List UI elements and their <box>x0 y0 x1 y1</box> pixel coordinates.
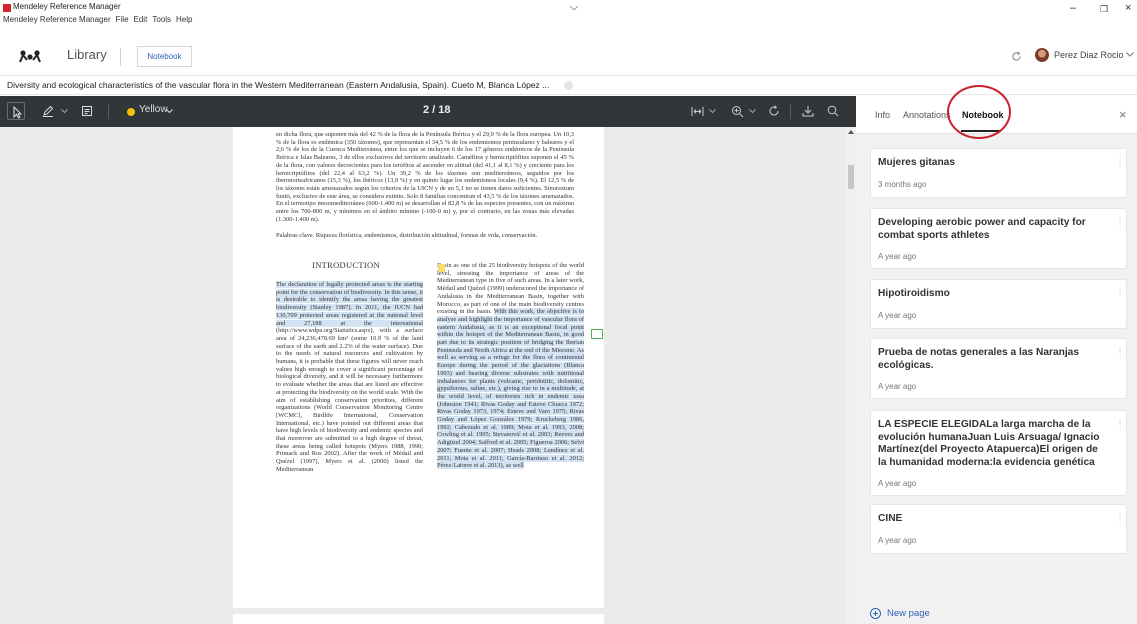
chevron-down-icon[interactable] <box>709 109 716 113</box>
note-card[interactable]: LA ESPECIE ELEGIDALa larga marcha de la … <box>870 410 1127 496</box>
window-titlebar: Mendeley Reference Manager Mendeley Refe… <box>0 0 1137 36</box>
note-title: Mujeres gitanas <box>878 157 955 168</box>
note-date: A year ago <box>878 382 917 391</box>
text-column-right: Basin as one of the 25 biodiversity hots… <box>437 262 584 607</box>
search-icon[interactable] <box>827 105 839 117</box>
toolbar-divider <box>120 48 121 66</box>
body-text: (http://www.wdpa.org/Statistics.aspx), w… <box>276 327 423 473</box>
yellow-annotation-marker[interactable] <box>438 264 445 272</box>
new-page-label: New page <box>887 608 930 619</box>
zoom-icon[interactable] <box>731 105 744 118</box>
library-nav-link[interactable]: Library <box>67 47 107 62</box>
note-date: A year ago <box>878 252 917 261</box>
note-card[interactable]: Mujeres gitanas 3 months ago ⋮ <box>870 148 1127 198</box>
pdf-page-next[interactable] <box>233 614 604 624</box>
sidebar-tabs: Info Annotations Notebook × <box>856 85 1137 139</box>
note-title: Hipotiroidismo <box>878 288 950 299</box>
mendeley-logo-icon[interactable] <box>18 49 42 63</box>
document-tab-title[interactable]: Diversity and ecological characteristics… <box>7 80 549 90</box>
kebab-menu-icon[interactable]: ⋮ <box>1116 513 1124 522</box>
kebab-menu-icon[interactable]: ⋮ <box>1116 157 1124 166</box>
note-card[interactable]: Developing aerobic power and capacity fo… <box>870 208 1127 269</box>
note-card[interactable]: CINE A year ago ⋮ <box>870 504 1127 554</box>
pdf-viewer[interactable]: en dicha flora, que suponen más del 42 %… <box>0 127 856 624</box>
keywords-text: Palabras clave. Riqueza florística, ende… <box>276 232 538 239</box>
tab-info[interactable]: Info <box>875 110 890 120</box>
note-title: Developing aerobic power and capacity fo… <box>878 217 1086 241</box>
menu-item-app[interactable]: Mendeley Reference Manager <box>3 15 111 24</box>
note-card[interactable]: Prueba de notas generales a las Naranjas… <box>870 338 1127 399</box>
tab-annotations[interactable]: Annotations <box>903 110 951 120</box>
note-icon[interactable] <box>81 105 93 117</box>
abstract-text: en dicha flora, que suponen más del 42 %… <box>276 131 574 223</box>
pdf-toolbar: Yellow 2 / 18 <box>0 96 856 127</box>
note-title: Prueba de notas generales a las Naranjas… <box>878 347 1080 371</box>
sticky-note-icon[interactable] <box>591 329 603 339</box>
note-date: A year ago <box>878 311 917 320</box>
notebook-sidebar: Info Annotations Notebook × Mujeres gita… <box>856 85 1137 624</box>
menu-item-edit[interactable]: Edit <box>134 15 148 24</box>
rotate-icon[interactable] <box>768 105 780 117</box>
close-tab-icon[interactable] <box>564 81 573 90</box>
highlighted-text[interactable]: With this work, the objective is to anal… <box>437 308 584 470</box>
pdf-scrollbar[interactable] <box>846 127 856 624</box>
app-toolbar: Library Notebook Perez Diaz Rocio <box>0 36 1137 76</box>
mendeley-app-icon <box>3 4 11 12</box>
note-card[interactable]: Hipotiroidismo A year ago ⋮ <box>870 279 1127 329</box>
new-page-button[interactable]: New page <box>870 608 930 619</box>
highlighted-text[interactable]: The declaration of legally protected are… <box>276 281 423 327</box>
plus-circle-icon <box>870 608 881 619</box>
chevron-down-icon[interactable] <box>61 109 68 113</box>
fit-width-icon[interactable] <box>691 106 704 117</box>
user-name[interactable]: Perez Diaz Rocio <box>1054 50 1124 60</box>
menu-item-tools[interactable]: Tools <box>152 15 171 24</box>
kebab-menu-icon[interactable]: ⋮ <box>1116 419 1124 428</box>
kebab-menu-icon[interactable]: ⋮ <box>1116 217 1124 226</box>
text-column-left: The declaration of legally protected are… <box>276 281 423 609</box>
cursor-arrow-icon <box>13 105 23 119</box>
chevron-down-icon[interactable] <box>749 109 756 113</box>
maximize-button[interactable]: ❐ <box>1100 4 1108 15</box>
page-indicator[interactable]: 2 / 18 <box>423 104 451 116</box>
user-avatar[interactable] <box>1035 48 1049 62</box>
chevron-down-icon[interactable] <box>166 109 173 113</box>
chevron-down-icon[interactable] <box>1126 52 1134 57</box>
window-title: Mendeley Reference Manager <box>13 2 121 11</box>
note-date: A year ago <box>878 536 917 545</box>
pdf-page[interactable]: en dicha flora, que suponen más del 42 %… <box>233 127 604 608</box>
sync-icon[interactable] <box>1011 51 1022 62</box>
note-date: 3 months ago <box>878 180 927 189</box>
menu-item-help[interactable]: Help <box>176 15 192 24</box>
pen-icon[interactable] <box>42 105 54 117</box>
close-window-button[interactable]: × <box>1125 2 1131 14</box>
introduction-heading: INTRODUCTION <box>312 262 380 270</box>
menu-bar: Mendeley Reference Manager File Edit Too… <box>3 15 192 24</box>
highlight-color-select[interactable]: Yellow <box>139 104 168 115</box>
chevron-down-icon[interactable] <box>570 6 578 10</box>
note-date: A year ago <box>878 479 917 488</box>
scroll-thumb[interactable] <box>848 165 854 189</box>
highlight-color-swatch[interactable] <box>127 108 135 116</box>
note-title: LA ESPECIE ELEGIDALa larga marcha de la … <box>878 419 1100 468</box>
kebab-menu-icon[interactable]: ⋮ <box>1116 288 1124 297</box>
scroll-up-arrow-icon[interactable] <box>848 130 854 134</box>
close-sidebar-icon[interactable]: × <box>1119 107 1127 122</box>
toolbar-divider <box>108 104 109 119</box>
toolbar-divider <box>790 104 791 119</box>
minimize-button[interactable]: – <box>1070 2 1076 14</box>
kebab-menu-icon[interactable]: ⋮ <box>1116 347 1124 356</box>
notebook-tab[interactable]: Notebook <box>137 46 192 67</box>
select-cursor-button[interactable] <box>7 102 25 120</box>
note-title: CINE <box>878 513 903 524</box>
download-icon[interactable] <box>802 105 814 117</box>
menu-item-file[interactable]: File <box>116 15 129 24</box>
annotation-red-circle <box>947 85 1011 139</box>
